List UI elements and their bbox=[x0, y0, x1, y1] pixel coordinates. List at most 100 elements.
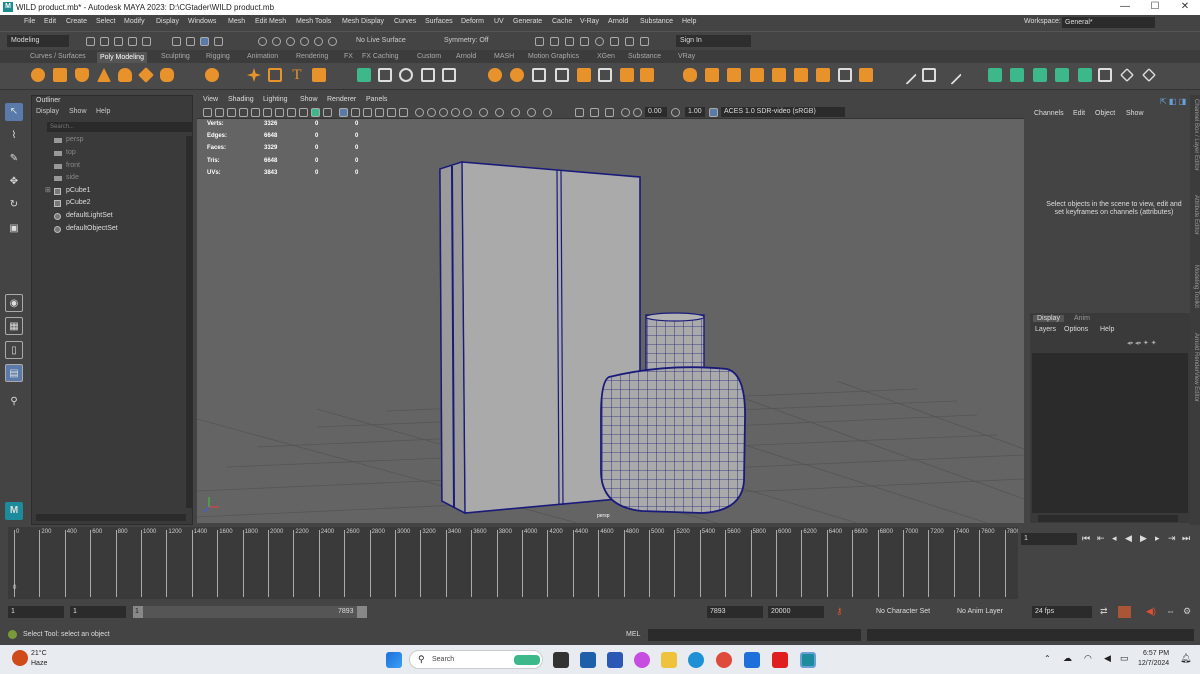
animation-end-field[interactable]: 20000 bbox=[768, 606, 824, 618]
options-menu[interactable]: Options bbox=[1064, 326, 1088, 333]
viewport-menu-renderer[interactable]: Renderer bbox=[327, 96, 356, 103]
volume-icon[interactable]: ◀ bbox=[1104, 653, 1111, 664]
menu-edit[interactable]: Edit bbox=[44, 18, 56, 25]
combine-icon[interactable] bbox=[357, 68, 371, 82]
menu-deform[interactable]: Deform bbox=[461, 18, 484, 25]
textured-icon[interactable] bbox=[375, 108, 384, 117]
flip-icon[interactable] bbox=[794, 68, 808, 82]
super-shape-icon[interactable] bbox=[247, 68, 261, 82]
new-scene-icon[interactable] bbox=[86, 37, 95, 46]
arnold-render-icon[interactable] bbox=[595, 37, 604, 46]
menu-uv[interactable]: UV bbox=[494, 18, 504, 25]
layer-tab-anim[interactable]: Anim bbox=[1074, 315, 1090, 322]
battery-icon[interactable]: ▭ bbox=[1120, 653, 1129, 664]
reduce-icon[interactable] bbox=[772, 68, 786, 82]
menu-generate[interactable]: Generate bbox=[513, 18, 542, 25]
connect-icon[interactable] bbox=[640, 68, 654, 82]
menu-vray[interactable]: V-Ray bbox=[580, 18, 599, 25]
anim-prefs-icon[interactable]: ⇔ bbox=[1166, 606, 1175, 616]
snap-view-plane-icon[interactable] bbox=[314, 37, 323, 46]
chamfer-vertices-icon[interactable] bbox=[750, 68, 764, 82]
menu-file[interactable]: File bbox=[24, 18, 35, 25]
uv-checker-icon[interactable] bbox=[1098, 68, 1112, 82]
notifications-icon[interactable]: 🔔︎ bbox=[1180, 653, 1191, 664]
outliner-menu-show[interactable]: Show bbox=[69, 108, 87, 115]
menu-substance[interactable]: Substance bbox=[640, 18, 673, 25]
smooth-icon[interactable] bbox=[399, 68, 413, 82]
viewport-menu-shading[interactable]: Shading bbox=[228, 96, 254, 103]
exposure-icon[interactable] bbox=[543, 108, 552, 117]
ipr-render-icon[interactable] bbox=[550, 37, 559, 46]
menu-windows[interactable]: Windows bbox=[188, 18, 216, 25]
step-forward-key-icon[interactable]: ⇥ bbox=[1168, 533, 1176, 544]
camera-attributes-icon[interactable] bbox=[215, 108, 224, 117]
menu-help[interactable]: Help bbox=[682, 18, 696, 25]
crease-icon[interactable] bbox=[922, 68, 936, 82]
go-to-end-icon[interactable]: ⏭ bbox=[1182, 533, 1190, 544]
side-tab-channel-box[interactable]: Channel Box / Layer Editor bbox=[1193, 99, 1199, 171]
two-d-pan-icon[interactable] bbox=[251, 108, 260, 117]
slide-edge-icon[interactable] bbox=[942, 65, 962, 85]
sound-icon[interactable]: ◀) bbox=[1146, 606, 1156, 617]
select-tool-icon[interactable]: ↖ bbox=[5, 103, 23, 121]
viewport-menu-panels[interactable]: Panels bbox=[366, 96, 387, 103]
pause-icon[interactable] bbox=[625, 37, 634, 46]
maya-taskbar-icon[interactable] bbox=[800, 652, 816, 668]
clock-date[interactable]: 12/7/2024 bbox=[1138, 660, 1169, 667]
four-pane-icon[interactable]: ▦ bbox=[5, 317, 23, 335]
menu-edit-mesh[interactable]: Edit Mesh bbox=[255, 18, 286, 25]
render-frame-icon[interactable] bbox=[535, 37, 544, 46]
shelf-tab-sculpting[interactable]: Sculpting bbox=[161, 53, 190, 60]
target-weld-icon[interactable] bbox=[620, 68, 634, 82]
shelf-tab-substance[interactable]: Substance bbox=[628, 53, 661, 60]
xray-icon[interactable] bbox=[427, 108, 436, 117]
side-tab-modeling-toolkit[interactable]: Modeling Toolkit bbox=[1193, 265, 1199, 308]
close-button[interactable]: ✕ bbox=[1170, 0, 1200, 15]
file-explorer-icon[interactable] bbox=[661, 652, 677, 668]
far-clip-field[interactable]: 1.00 bbox=[685, 107, 705, 117]
use-all-lights-icon[interactable] bbox=[387, 108, 396, 117]
cache-playback-icon[interactable] bbox=[1118, 606, 1131, 618]
outliner-item-default-light-set[interactable]: defaultLightSet bbox=[66, 212, 113, 219]
bookmarks-icon[interactable] bbox=[227, 108, 236, 117]
outliner-item-pcube2[interactable]: pCube2 bbox=[66, 199, 91, 206]
menu-mesh-tools[interactable]: Mesh Tools bbox=[296, 18, 331, 25]
fps-dropdown[interactable]: 24 fps bbox=[1032, 606, 1092, 618]
workspace-dropdown[interactable]: General* bbox=[1062, 17, 1155, 28]
shelf-tab-rendering[interactable]: Rendering bbox=[296, 53, 328, 60]
poly-torus-icon[interactable] bbox=[118, 68, 132, 82]
range-slider-start[interactable]: 1 bbox=[133, 606, 143, 618]
play-backward-icon[interactable]: ◀ bbox=[1125, 533, 1132, 544]
uv-cut-icon[interactable] bbox=[1120, 68, 1134, 82]
color-space-icon[interactable] bbox=[709, 108, 718, 117]
redo-icon[interactable] bbox=[142, 37, 151, 46]
bridge-icon[interactable] bbox=[510, 68, 524, 82]
range-slider-end-handle[interactable] bbox=[357, 606, 367, 618]
undo-icon[interactable] bbox=[128, 37, 137, 46]
shelf-tab-mash[interactable]: MASH bbox=[494, 53, 514, 60]
maximize-button[interactable]: ☐ bbox=[1140, 0, 1170, 15]
step-back-key-icon[interactable]: ⇤ bbox=[1097, 533, 1105, 544]
weather-desc[interactable]: Haze bbox=[31, 660, 47, 667]
paint-select-icon[interactable]: ✎ bbox=[5, 150, 23, 168]
outliner-item-persp[interactable]: persp bbox=[66, 136, 84, 143]
color-space-dropdown[interactable]: ACES 1.0 SDR-video (sRGB) bbox=[721, 107, 845, 117]
sculpt-brush-icon[interactable] bbox=[897, 65, 917, 85]
lasso-tool-icon[interactable]: ⌇ bbox=[5, 127, 23, 145]
playback-start-field[interactable]: 1 bbox=[70, 606, 126, 618]
resolution-gate-icon[interactable] bbox=[299, 108, 308, 117]
script-language-label[interactable]: MEL bbox=[626, 631, 640, 638]
select-object-icon[interactable] bbox=[186, 37, 195, 46]
outliner-scrollbar-h[interactable] bbox=[36, 514, 186, 521]
step-back-frame-icon[interactable]: ◂ bbox=[1112, 533, 1117, 544]
quadrangulate-icon[interactable] bbox=[859, 68, 873, 82]
onedrive-icon[interactable]: ☁ bbox=[1063, 653, 1072, 664]
hypershade-icon[interactable] bbox=[580, 37, 589, 46]
channel-object-menu[interactable]: Object bbox=[1095, 110, 1115, 117]
isolate-select-icon[interactable] bbox=[415, 108, 424, 117]
extrude-icon[interactable] bbox=[488, 68, 502, 82]
wireframe-on-shaded-icon[interactable] bbox=[363, 108, 372, 117]
poly-text-icon[interactable]: T bbox=[290, 68, 304, 83]
grease-pencil-icon[interactable] bbox=[263, 108, 272, 117]
multi-cut-icon[interactable] bbox=[598, 68, 612, 82]
